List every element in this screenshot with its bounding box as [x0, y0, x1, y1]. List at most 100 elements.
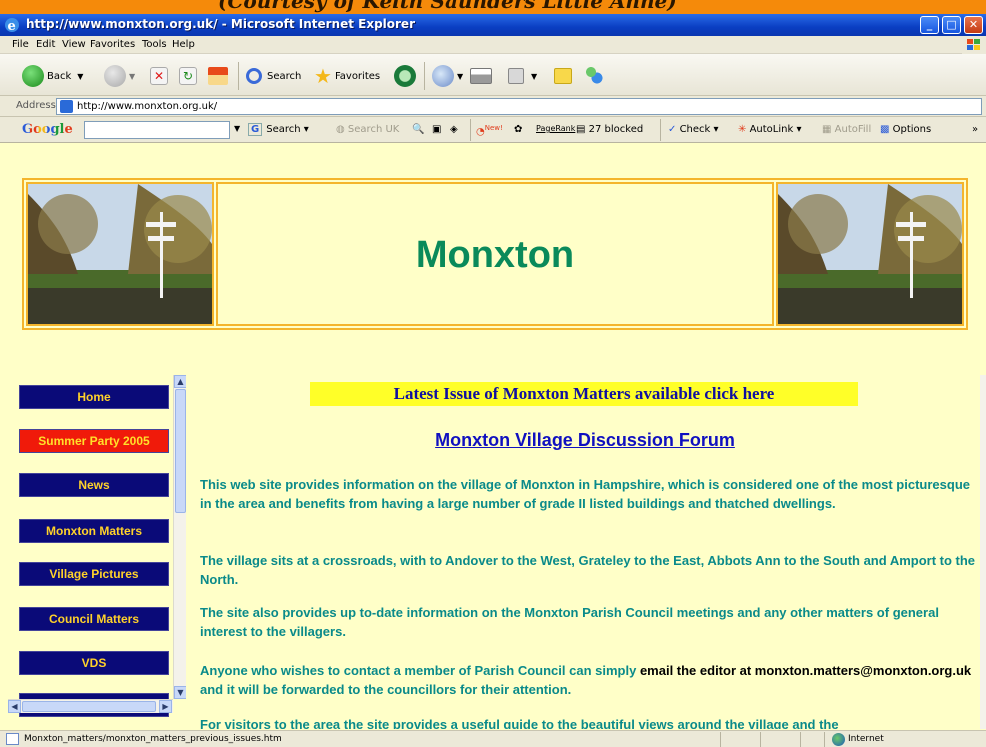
hscroll-thumb[interactable]: [22, 701, 156, 712]
nav-news[interactable]: News: [19, 473, 169, 497]
ie-logo-icon: e: [5, 18, 19, 33]
google-pagerank-icon[interactable]: ✿: [514, 124, 522, 135]
google-logo[interactable]: Google: [22, 122, 73, 137]
menu-view[interactable]: View: [62, 39, 86, 50]
contact-paragraph: Anyone who wishes to contact a member of…: [200, 661, 980, 699]
page-icon: [60, 100, 73, 113]
menu-edit[interactable]: Edit: [36, 39, 55, 50]
discussion-forum-link[interactable]: Monxton Village Discussion Forum: [190, 430, 980, 451]
village-photo-right: [776, 182, 964, 326]
menu-favorites[interactable]: Favorites: [90, 39, 135, 50]
toolbar-separator: [238, 62, 239, 90]
pagerank-label[interactable]: PageRank: [536, 124, 575, 133]
notes-button[interactable]: [554, 64, 575, 88]
google-site-search-icon[interactable]: 🔍: [412, 124, 424, 135]
scroll-down-arrow-icon[interactable]: ▼: [174, 686, 186, 699]
address-label: Address: [16, 100, 56, 111]
forward-button[interactable]: ▼: [104, 64, 135, 88]
google-popup-icon[interactable]: ◈: [450, 124, 458, 135]
home-button[interactable]: [208, 64, 231, 88]
favorites-button[interactable]: ★ Favorites: [314, 64, 380, 88]
scroll-right-arrow-icon[interactable]: ▶: [159, 700, 172, 713]
globe-icon: ◍: [336, 124, 345, 135]
nav-monxton-matters[interactable]: Monxton Matters: [19, 519, 169, 543]
scroll-up-arrow-icon[interactable]: ▲: [174, 375, 186, 388]
search-button[interactable]: Search: [246, 64, 301, 88]
google-search-input[interactable]: [84, 121, 230, 139]
svg-text:e: e: [8, 19, 16, 33]
nav-vertical-scrollbar[interactable]: ▲ ▼: [173, 375, 186, 699]
contact-text-end: and it will be forwarded to the councill…: [200, 682, 572, 697]
google-new-badge[interactable]: ◔New!: [476, 124, 503, 137]
intro-paragraph: This web site provides information on th…: [200, 477, 970, 511]
latest-issue-link[interactable]: Latest Issue of Monxton Matters availabl…: [310, 382, 858, 406]
crossroads-paragraph: The village sits at a crossroads, with t…: [200, 553, 976, 587]
back-button[interactable]: Back ▼: [22, 64, 83, 88]
gbar-separator: [660, 119, 661, 141]
popup-blocker[interactable]: ▤ 27 blocked: [576, 124, 643, 135]
google-search-label: Search: [266, 124, 301, 135]
menu-bar: File Edit View Favorites Tools Help: [0, 36, 986, 54]
search-icon: [246, 68, 262, 84]
autofill-button[interactable]: ▦ AutoFill: [822, 124, 871, 135]
history-button[interactable]: [394, 64, 419, 88]
refresh-icon: ↻: [179, 67, 197, 85]
search-label: Search: [267, 70, 302, 82]
scrollbar-thumb[interactable]: [175, 389, 186, 513]
council-paragraph: The site also provides up to-date inform…: [200, 605, 939, 639]
autolink-icon: ✳: [738, 124, 747, 135]
nav-vds[interactable]: VDS: [19, 651, 169, 675]
village-photo-left: [26, 182, 214, 326]
close-button[interactable]: ✕: [964, 16, 983, 34]
refresh-button[interactable]: ↻: [179, 64, 200, 88]
menu-file[interactable]: File: [12, 39, 29, 50]
mail-icon: [432, 65, 454, 87]
stop-button[interactable]: ✕: [150, 64, 171, 88]
back-dropdown-icon: ▼: [77, 71, 84, 81]
google-news-icon[interactable]: ▣: [432, 124, 441, 135]
print-button[interactable]: [470, 64, 495, 88]
navigation-frame: Home Summer Party 2005 News Monxton Matt…: [8, 375, 186, 729]
title-bar[interactable]: e http://www.monxton.org.uk/ - Microsoft…: [0, 14, 986, 36]
check-label: Check: [679, 124, 711, 135]
spellcheck-icon: ✓: [668, 124, 677, 135]
minimize-button[interactable]: _: [920, 16, 939, 34]
folder-icon: [554, 68, 572, 84]
autolink-button[interactable]: ✳ AutoLink ▾: [738, 124, 801, 135]
nav-council-matters[interactable]: Council Matters: [19, 607, 169, 631]
contact-text-start: Anyone who wishes to contact a member of…: [200, 663, 640, 678]
google-g-icon: G: [248, 123, 263, 136]
google-search-uk-button[interactable]: ◍ Search UK: [336, 124, 399, 135]
address-input[interactable]: http://www.monxton.org.uk/: [56, 98, 982, 115]
google-dropdown-icon[interactable]: ▼: [234, 124, 240, 133]
status-text: Monxton_matters/monxton_matters_previous…: [24, 734, 282, 744]
site-header: Monxton: [22, 178, 968, 330]
mail-button[interactable]: ▼: [432, 64, 463, 88]
address-bar: Address http://www.monxton.org.uk/: [0, 96, 986, 117]
nav-horizontal-scrollbar[interactable]: ◀ ▶: [8, 699, 173, 713]
site-title-cell: Monxton: [216, 182, 774, 326]
blocked-count: 27 blocked: [588, 124, 644, 135]
nav-village-pictures[interactable]: Village Pictures: [19, 562, 169, 586]
toolbar-overflow-icon[interactable]: »: [972, 124, 978, 135]
menu-help[interactable]: Help: [172, 39, 195, 50]
nav-summer-party[interactable]: Summer Party 2005: [19, 429, 169, 453]
toolbar-separator: [424, 62, 425, 90]
nav-home[interactable]: Home: [19, 385, 169, 409]
menu-tools[interactable]: Tools: [142, 39, 167, 50]
toolbar: Back ▼ ▼ ✕ ↻ Search ★ Favorites ▼ ▼: [0, 54, 986, 96]
messenger-button[interactable]: [584, 64, 604, 88]
options-button[interactable]: ▩ Options: [880, 124, 931, 135]
scroll-left-arrow-icon[interactable]: ◀: [8, 700, 21, 713]
popup-block-icon: ▤: [576, 124, 586, 135]
google-search-button[interactable]: G Search ▾: [248, 123, 309, 136]
edit-button[interactable]: ▼: [508, 64, 537, 88]
web-page: Monxton Home Summer Party 2005 News Monx…: [0, 143, 986, 730]
spell-check-button[interactable]: ✓ Check ▾: [668, 124, 719, 135]
edit-page-icon: [508, 68, 524, 84]
page-vertical-scrollbar[interactable]: [980, 375, 986, 729]
print-icon: [470, 68, 492, 84]
maximize-button[interactable]: □: [942, 16, 961, 34]
email-editor-link[interactable]: email the editor at monxton.matters@monx…: [640, 663, 971, 678]
favorites-label: Favorites: [334, 70, 381, 82]
